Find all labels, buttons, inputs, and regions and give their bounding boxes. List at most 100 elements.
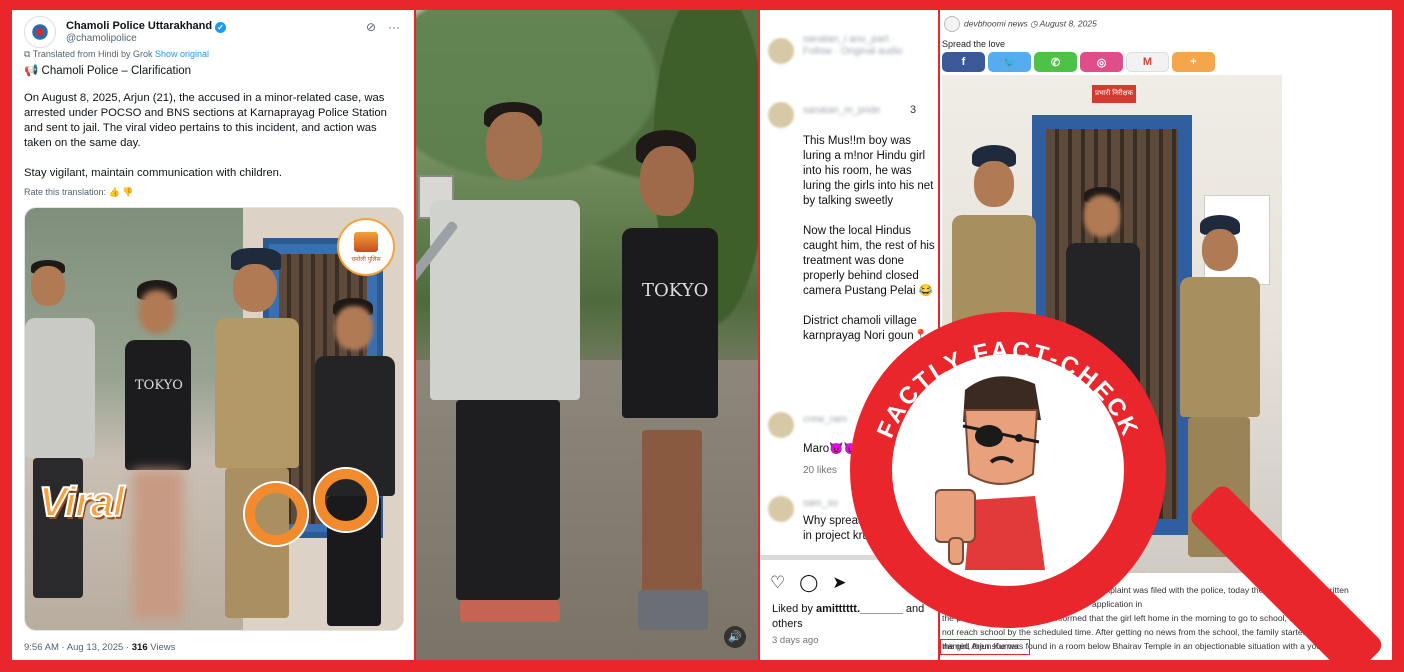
viral-video-frame[interactable]: TOKYO 🔊: [416, 10, 758, 660]
socks: [638, 590, 708, 630]
instagram-icon: ◎: [1096, 56, 1107, 69]
news-source[interactable]: devbhoomi news: [964, 18, 1028, 28]
black-tank-top: [622, 228, 718, 418]
liked-by-prefix: Liked by: [772, 603, 817, 615]
police-officer: [209, 248, 305, 630]
blurred-username: crew_ram: [803, 414, 847, 425]
highlighted-name: named Arjun Kumar: [943, 641, 1019, 651]
account-name[interactable]: Chamoli Police Uttarakhand ✓: [66, 20, 227, 33]
tweet-body: On August 8, 2025, Arjun (21), the accus…: [24, 91, 404, 196]
tweet-title: 📢 Chamoli Police – Clarification: [24, 65, 192, 77]
share-buttons: f 🐦 ✆ ◎ M +: [942, 52, 1215, 72]
article-meta: devbhoomi news ◷ August 8, 2025: [944, 16, 1097, 36]
head: [31, 266, 65, 306]
comment-icon[interactable]: ◯: [799, 573, 818, 592]
facebook-icon: f: [961, 56, 966, 68]
head: [1202, 229, 1238, 271]
verified-badge-icon: ✓: [215, 22, 227, 33]
torso: [25, 318, 95, 458]
more-share-button[interactable]: +: [1172, 52, 1215, 72]
sandals: [460, 600, 560, 622]
handcuffs-icon: [245, 463, 385, 553]
man-with-rod: [420, 102, 600, 642]
twitter-icon: 🐦: [1002, 56, 1017, 69]
head-masked: [335, 306, 373, 350]
khaki-uniform: [1180, 277, 1260, 417]
shirt-print: TOKYO: [135, 378, 183, 393]
shirt-print: TOKYO: [642, 280, 709, 301]
share-icon[interactable]: ➤: [832, 573, 846, 592]
tweet-timestamp[interactable]: 9:56 AM · Aug 13, 2025 ·: [24, 642, 132, 653]
tweet-header-actions: ⊘ ···: [354, 20, 400, 34]
blurred-username: sam_so: [803, 498, 839, 509]
whatsapp-share-button[interactable]: ✆: [1034, 52, 1077, 72]
mute-toggle-icon[interactable]: 🔊: [724, 626, 746, 648]
twitter-share-button[interactable]: 🐦: [988, 52, 1031, 72]
tweet-footer: 9:56 AM · Aug 13, 2025 · 316 Views: [24, 642, 175, 653]
views-count: 316: [131, 642, 148, 653]
commenter-avatar[interactable]: [768, 412, 794, 438]
commenter-avatar[interactable]: [768, 102, 794, 128]
legs: [642, 430, 702, 600]
tweet-paragraph-2: Stay vigilant, maintain communication wi…: [24, 167, 283, 179]
comment-line-2: Now the local Hindus caught him, the res…: [803, 225, 935, 297]
head-blurred: [139, 290, 175, 334]
black-track-pants: [456, 400, 560, 600]
translated-label: Translated from Hindi by Grok: [32, 49, 153, 59]
account-avatar[interactable]: [24, 16, 56, 48]
tweet-media-image[interactable]: चमोली पुलिस TOKYO Viral: [24, 207, 404, 631]
khaki-uniform: [215, 318, 299, 468]
account-handle[interactable]: @chamolipolice: [66, 33, 137, 44]
viral-overlay-text: Viral: [38, 477, 125, 526]
head: [974, 161, 1014, 207]
young-man: TOKYO: [598, 130, 738, 640]
mascot-thumbs-down-icon: [935, 376, 1045, 570]
rate-label: Rate this translation:: [24, 187, 107, 197]
head: [640, 146, 694, 216]
comment-likes[interactable]: 20 likes: [803, 465, 837, 476]
logo-caption: चमोली पुलिस: [351, 256, 381, 263]
black-tank-top: [125, 340, 191, 470]
head: [233, 264, 277, 312]
author-avatar[interactable]: [944, 16, 960, 32]
clock-icon: ◷: [1030, 18, 1040, 29]
comment-reply-count: 3: [910, 104, 917, 116]
instagram-share-button[interactable]: ◎: [1080, 52, 1123, 72]
chamoli-police-logo: चमोली पुलिस: [337, 218, 395, 276]
post-actions: ♡ ◯ ➤: [770, 573, 861, 593]
facebook-share-button[interactable]: f: [942, 52, 985, 72]
show-original-link[interactable]: Show original: [155, 49, 209, 59]
grok-icon[interactable]: ⊘: [366, 20, 376, 34]
police-emblem-icon: [31, 23, 49, 41]
views-label: Views: [147, 642, 176, 653]
office-sign: प्रभारी निरीक्षक: [1092, 85, 1136, 103]
commenter-avatar[interactable]: [768, 496, 794, 522]
person-accused: TOKYO: [113, 280, 203, 630]
emblem-icon: [354, 231, 378, 252]
blurred-username: sanatan_i anu_part · Follow · Original a…: [803, 34, 903, 57]
head: [486, 112, 542, 180]
tweet-paragraph-1: On August 8, 2025, Arjun (21), the accus…: [24, 92, 387, 149]
translation-note: ⧉ Translated from Hindi by Grok Show ori…: [24, 49, 209, 60]
cuff-left: [245, 483, 307, 545]
comment-username[interactable]: sanatan_m_pride: [803, 105, 880, 116]
head-masked: [1084, 195, 1120, 237]
blurred-legs: [133, 470, 183, 620]
rate-translation: Rate this translation: 👍 👎: [24, 187, 134, 198]
gmail-share-button[interactable]: M: [1126, 52, 1169, 72]
whatsapp-icon: ✆: [1050, 56, 1061, 69]
thumbs-up-icon[interactable]: 👍: [109, 187, 120, 197]
post-time: 3 days ago: [772, 635, 819, 646]
gmail-icon: M: [1142, 56, 1153, 68]
person-left: [25, 260, 105, 630]
spread-label: Spread the love: [942, 39, 1006, 49]
tweet-header: Chamoli Police Uttarakhand ✓ @chamolipoli…: [24, 16, 404, 50]
translate-icon: ⧉: [24, 49, 33, 59]
more-options-icon[interactable]: ···: [388, 20, 400, 34]
cuff-right: [315, 469, 377, 531]
tweet-panel: Chamoli Police Uttarakhand ✓ @chamolipoli…: [12, 10, 414, 660]
like-icon[interactable]: ♡: [770, 573, 785, 592]
commenter-avatar[interactable]: [768, 38, 794, 64]
thumbs-down-icon[interactable]: 👎: [120, 187, 133, 197]
account-name-text[interactable]: Chamoli Police Uttarakhand: [66, 20, 212, 32]
